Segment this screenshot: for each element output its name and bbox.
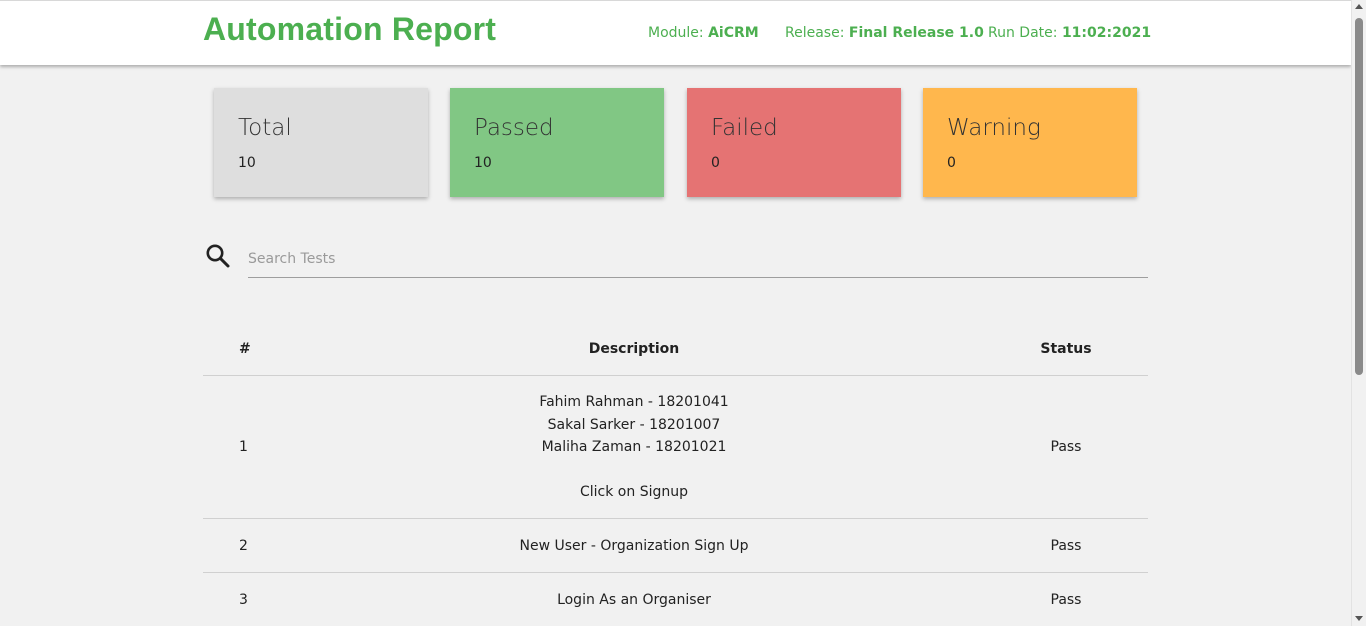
run-date-label: Run Date: <box>988 25 1058 41</box>
warning-stat-card: Warning 0 <box>923 88 1137 197</box>
search-icon <box>206 244 230 268</box>
warning-stat-label: Warning <box>947 115 1041 141</box>
column-header-description: Description <box>588 340 680 357</box>
failed-stat-card: Failed 0 <box>687 88 901 197</box>
release-info: Release: Final Release 1.0 <box>785 25 984 41</box>
page-title: Automation Report <box>203 11 497 47</box>
column-header-number: # <box>239 340 251 357</box>
description-spacer <box>433 458 835 481</box>
row-description: Fahim Rahman - 18201041 Sakal Sarker - 1… <box>433 391 835 504</box>
table-row[interactable]: 2 New User - Organization Sign Up Pass <box>203 519 1148 573</box>
description-line: Login As an Organiser <box>557 591 711 608</box>
row-number: 1 <box>239 439 248 455</box>
row-description: Login As an Organiser <box>433 588 835 611</box>
total-stat-value: 10 <box>238 155 256 171</box>
passed-stat-card: Passed 10 <box>450 88 664 197</box>
column-header-status: Status <box>1040 340 1092 357</box>
total-stat-card: Total 10 <box>214 88 428 197</box>
passed-stat-label: Passed <box>474 115 554 141</box>
description-line: New User - Organization Sign Up <box>519 537 749 554</box>
description-line: Sakal Sarker - 18201007 <box>547 416 721 433</box>
module-info: Module: AiCRM <box>648 25 759 41</box>
row-number: 2 <box>239 537 248 554</box>
scroll-down-arrow-icon[interactable] <box>1355 616 1363 621</box>
row-status: Pass <box>1050 591 1082 608</box>
top-header: Automation Report Module: AiCRM Release:… <box>0 0 1351 65</box>
failed-stat-value: 0 <box>711 155 720 171</box>
results-table: # Description Status 1 Fahim Rahman - 18… <box>203 322 1148 626</box>
failed-stat-label: Failed <box>711 115 778 141</box>
warning-stat-value: 0 <box>947 155 956 171</box>
table-header-row: # Description Status <box>203 322 1148 376</box>
table-row[interactable]: 1 Fahim Rahman - 18201041 Sakal Sarker -… <box>203 376 1148 519</box>
description-line: Click on Signup <box>580 483 688 500</box>
passed-stat-value: 10 <box>474 155 492 171</box>
row-number: 3 <box>239 591 248 608</box>
scrollbar-thumb[interactable] <box>1355 18 1363 375</box>
scroll-up-arrow-icon[interactable] <box>1355 4 1363 9</box>
total-stat-label: Total <box>238 115 292 141</box>
module-value: AiCRM <box>708 25 759 41</box>
table-row[interactable]: 3 Login As an Organiser Pass <box>203 573 1148 626</box>
release-label: Release: <box>785 25 845 41</box>
row-status: Pass <box>1050 439 1082 455</box>
run-date-value: 11:02:2021 <box>1061 25 1152 41</box>
release-value: Final Release 1.0 <box>848 25 984 41</box>
vertical-scrollbar[interactable] <box>1351 0 1366 626</box>
search-input[interactable] <box>248 240 1148 278</box>
row-description: New User - Organization Sign Up <box>433 534 835 557</box>
run-date-info: Run Date: 11:02:2021 <box>988 25 1151 41</box>
description-line: Maliha Zaman - 18201021 <box>541 438 727 455</box>
row-status: Pass <box>1050 537 1082 554</box>
report-page: Automation Report Module: AiCRM Release:… <box>0 0 1351 626</box>
module-label: Module: <box>648 25 704 41</box>
description-line: Fahim Rahman - 18201041 <box>539 393 729 410</box>
